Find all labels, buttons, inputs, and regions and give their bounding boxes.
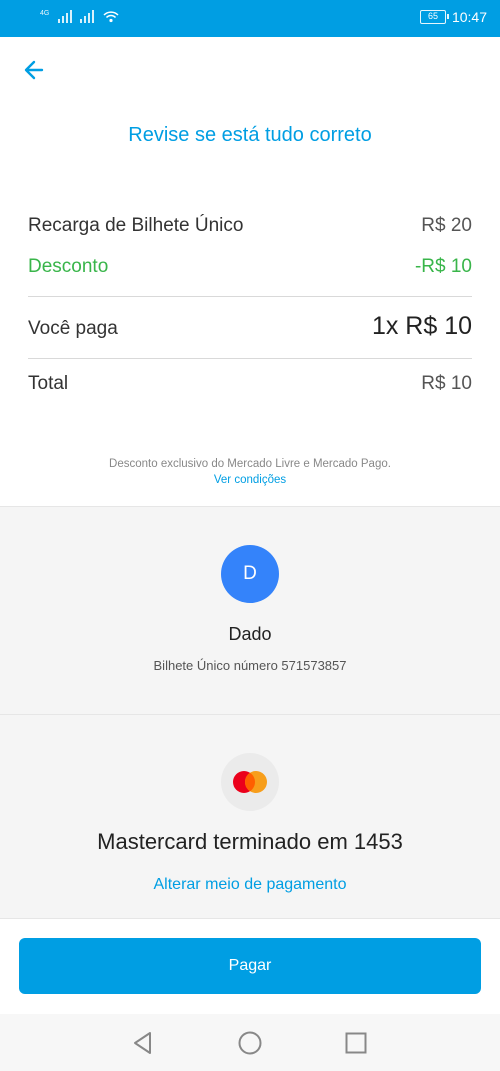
- clock: 10:47: [451, 9, 487, 25]
- mastercard-logo-badge: [221, 753, 279, 811]
- system-navigation-bar: [0, 1014, 500, 1071]
- section-border: [0, 918, 500, 919]
- you-pay-label: Você paga: [28, 318, 118, 339]
- disclaimer-text: Desconto exclusivo do Mercado Livre e Me…: [109, 458, 391, 470]
- item-label: Recarga de Bilhete Único: [28, 215, 244, 236]
- page-title: Revise se está tudo correto: [128, 124, 372, 146]
- summary-row-you-pay: Você paga 1x R$ 10: [28, 312, 472, 341]
- signal-strength-icon-1: [58, 9, 73, 23]
- summary-row-discount: Desconto -R$ 10: [28, 256, 472, 278]
- divider: [28, 296, 472, 297]
- view-conditions-link[interactable]: Ver condições: [0, 472, 500, 488]
- recipient-card-number: Bilhete Único número 571573857: [153, 658, 347, 673]
- you-pay-value: 1x R$ 10: [371, 312, 472, 340]
- network-type-label: 4G: [40, 10, 50, 17]
- recipient-section: [0, 506, 500, 714]
- status-bar-signals: 4G: [40, 9, 120, 23]
- back-triangle-icon[interactable]: [130, 1030, 156, 1056]
- recent-apps-square-icon[interactable]: [343, 1030, 369, 1056]
- discount-value: -R$ 10: [414, 256, 472, 277]
- summary-row-total: Total R$ 10: [28, 373, 472, 395]
- battery-icon: 65: [419, 10, 449, 24]
- item-value: R$ 20: [421, 215, 472, 236]
- wifi-icon: [103, 11, 119, 23]
- pay-button[interactable]: Pagar: [19, 938, 481, 994]
- total-value: R$ 10: [421, 373, 472, 394]
- payment-method-label: Mastercard terminado em 1453: [97, 829, 403, 854]
- home-circle-icon[interactable]: [237, 1030, 263, 1056]
- mastercard-icon: [233, 771, 267, 793]
- back-arrow-icon[interactable]: [20, 56, 48, 84]
- total-label: Total: [28, 373, 69, 394]
- summary-row-item: Recarga de Bilhete Único R$ 20: [28, 215, 472, 237]
- recipient-name: Dado: [228, 624, 272, 644]
- section-border: [0, 506, 500, 507]
- status-bar-right: 65 10:47: [419, 9, 487, 25]
- status-bar: 4G 65 10:47: [0, 0, 500, 37]
- change-payment-method-link[interactable]: Alterar meio de pagamento: [0, 876, 500, 894]
- discount-label: Desconto: [28, 256, 109, 277]
- signal-strength-icon-2: [80, 9, 95, 23]
- avatar: D: [221, 545, 279, 603]
- disclaimer: Desconto exclusivo do Mercado Livre e Me…: [0, 456, 500, 488]
- divider: [28, 358, 472, 359]
